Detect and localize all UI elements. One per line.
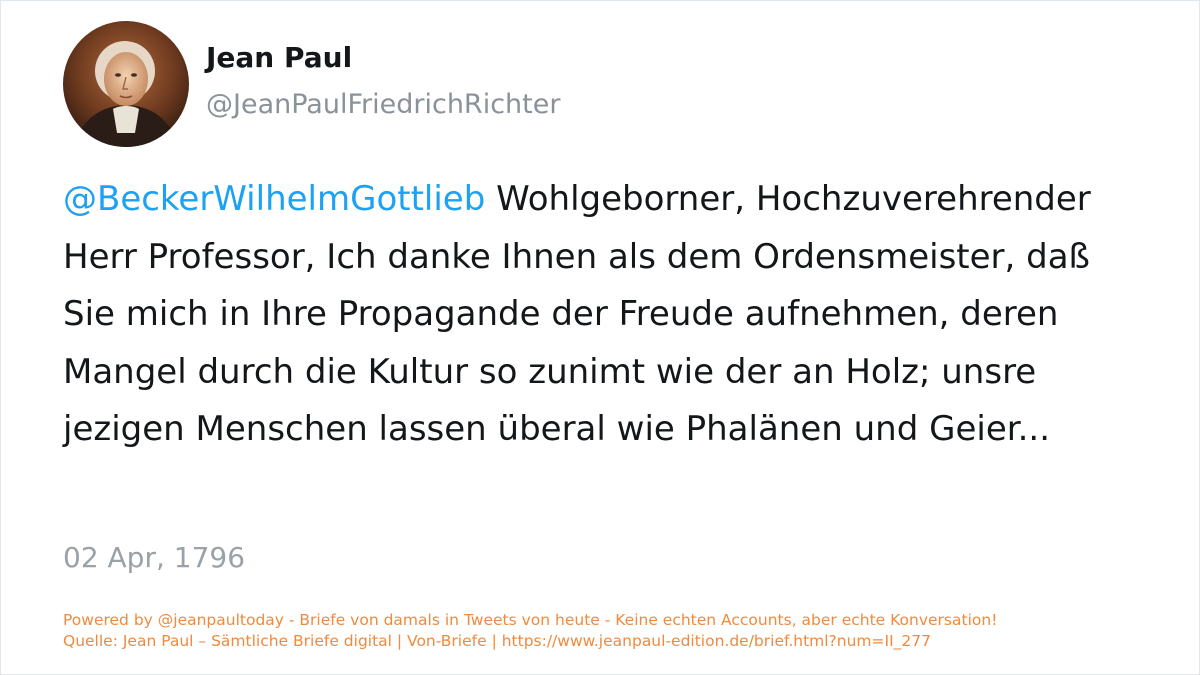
avatar[interactable] — [63, 21, 189, 147]
tweet-body: Wohlgeborner, Hochzuverehrender Herr Pro… — [63, 179, 1091, 449]
tweet-date: 02 Apr, 1796 — [63, 541, 246, 574]
author-display-name[interactable]: Jean Paul — [206, 41, 352, 74]
tweet-text: @BeckerWilhelmGottlieb Wohlgeborner, Hoc… — [63, 171, 1143, 459]
portrait-avatar-icon — [63, 21, 189, 147]
mention-link[interactable]: @BeckerWilhelmGottlieb — [63, 179, 485, 219]
footer-source: Quelle: Jean Paul – Sämtliche Briefe dig… — [63, 632, 931, 650]
footer-powered-by: Powered by @jeanpaultoday - Briefe von d… — [63, 611, 998, 629]
tweet-card: Jean Paul @JeanPaulFriedrichRichter @Bec… — [0, 0, 1200, 675]
author-handle[interactable]: @JeanPaulFriedrichRichter — [206, 89, 560, 120]
footer: Powered by @jeanpaultoday - Briefe von d… — [63, 610, 1173, 652]
